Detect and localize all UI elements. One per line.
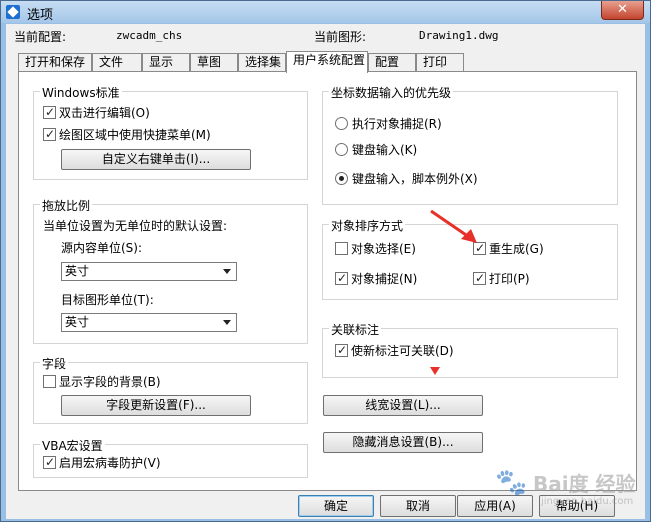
coord-priority-title: 坐标数据输入的优先级 [329,84,454,101]
checkbox-box [43,105,56,119]
current-profile-label: 当前配置: [14,30,67,44]
checkbox-box [335,242,348,255]
checkbox-label: 打印(P) [489,272,530,286]
lineweight-settings-button[interactable]: 线宽设置(L)... [323,395,483,416]
select-value: 英寸 [65,264,90,278]
dialog-client: 当前配置: zwcadm_chs 当前图形: Drawing1.dwg 打开和保… [6,24,645,519]
app-icon [6,5,20,19]
paw-logo-icon: 🐾 [495,468,528,498]
insert-scale-title: 拖放比例 [40,197,93,214]
close-icon: ✕ [617,2,628,17]
vba-group: VBA宏设置 启用宏病毒防护(V) [33,437,308,478]
close-button[interactable]: ✕ [601,1,644,20]
tab-display[interactable]: 显示 [142,53,190,71]
title-bar[interactable]: 选项 ✕ [1,1,650,23]
tab-plot[interactable]: 打印 [416,53,464,71]
assoc-dim-group: 关联标注 使新标注可关联(D) [322,321,618,378]
options-dialog: 选项 ✕ 当前配置: zwcadm_chs 当前图形: Drawing1.dwg… [0,0,651,522]
insert-scale-desc: 当单位设置为无单位时的默认设置: [43,219,228,233]
ok-button[interactable]: 确定 [298,495,374,517]
tab-selection[interactable]: 选择集 [238,53,286,71]
dropdown-arrow-icon [223,269,231,274]
tab-open-save[interactable]: 打开和保存 [18,53,92,71]
tab-user-preferences[interactable]: 用户系统配置 [286,51,368,73]
radio-keyboard-except-scripts[interactable]: 键盘输入，脚本例外(X) [335,172,478,186]
checkbox-label: 重生成(G) [489,242,544,256]
annotation-triangle-icon [430,367,440,375]
annotation-arrow-icon [430,209,477,243]
radio-keyboard-entry[interactable]: 键盘输入(K) [335,143,417,157]
target-units-select[interactable]: 英寸 [61,313,237,332]
source-units-label: 源内容单位(S): [61,241,143,255]
source-units-select[interactable]: 英寸 [61,262,237,281]
sort-object-selection-checkbox[interactable]: 对象选择(E) [335,242,416,256]
radio-circle [335,143,348,156]
radio-label: 键盘输入，脚本例外(X) [352,172,478,186]
fields-title: 字段 [40,355,69,372]
sort-object-snap-checkbox[interactable]: 对象捕捉(N) [335,271,418,286]
insert-scale-group: 拖放比例 当单位设置为无单位时的默认设置: 源内容单位(S): 英寸 目标图形单… [33,197,308,344]
checkbox-label: 对象选择(E) [351,242,416,256]
fields-group: 字段 显示字段的背景(B) 字段更新设置(F)... [33,355,308,424]
select-value: 英寸 [65,315,90,329]
checkbox-label: 显示字段的背景(B) [59,375,161,389]
current-drawing-label: 当前图形: [314,30,367,44]
windows-standard-title: Windows标准 [40,84,122,101]
field-background-checkbox[interactable]: 显示字段的背景(B) [43,375,161,389]
current-drawing-value: Drawing1.dwg [419,29,499,42]
vba-title: VBA宏设置 [40,437,105,454]
shortcut-menu-checkbox[interactable]: 绘图区域中使用快捷菜单(M) [43,127,211,142]
target-units-label: 目标图形单位(T): [61,293,154,307]
field-update-settings-button[interactable]: 字段更新设置(F)... [61,395,251,416]
checkbox-box [473,271,486,285]
associative-dimension-checkbox[interactable]: 使新标注可关联(D) [335,343,454,358]
watermark-subtext: jingyan.baidu.com [541,496,634,507]
dropdown-arrow-icon [223,320,231,325]
radio-label: 键盘输入(K) [352,143,418,157]
checkbox-label: 双击进行编辑(O) [59,106,150,120]
radio-circle [335,117,348,130]
watermark-text: Bai度 经验 [533,472,636,496]
sort-plot-checkbox[interactable]: 打印(P) [473,271,530,286]
dblclick-edit-checkbox[interactable]: 双击进行编辑(O) [43,105,150,120]
windows-standard-group: Windows标准 双击进行编辑(O) 绘图区域中使用快捷菜单(M) 自定义右键… [33,84,308,180]
checkbox-label: 绘图区域中使用快捷菜单(M) [59,128,211,142]
right-click-customize-button[interactable]: 自定义右键单击(I)... [61,149,251,170]
sort-method-title: 对象排序方式 [329,217,406,234]
baidu-watermark: 🐾 Bai度 经验 jingyan.baidu.com [493,464,643,514]
checkbox-label: 使新标注可关联(D) [351,344,454,358]
radio-object-snap[interactable]: 执行对象捕捉(R) [335,117,442,131]
radio-circle [335,172,348,185]
sort-regen-checkbox[interactable]: 重生成(G) [473,241,544,256]
current-profile-value: zwcadm_chs [116,29,183,42]
macro-virus-protection-checkbox[interactable]: 启用宏病毒防护(V) [43,455,161,470]
user-preferences-panel: Windows标准 双击进行编辑(O) 绘图区域中使用快捷菜单(M) 自定义右键… [18,71,637,491]
tab-drafting[interactable]: 草图 [190,53,238,71]
tab-files[interactable]: 文件 [92,53,142,71]
checkbox-box [43,455,56,469]
hidden-message-settings-button[interactable]: 隐藏消息设置(B)... [323,432,483,453]
window-title: 选项 [27,8,54,23]
radio-label: 执行对象捕捉(R) [352,117,442,131]
checkbox-box [335,271,348,285]
checkbox-box [43,375,56,388]
checkbox-label: 对象捕捉(N) [351,272,418,286]
assoc-dim-title: 关联标注 [329,321,382,338]
checkbox-box [335,343,348,357]
checkbox-box [43,127,56,141]
coord-priority-group: 坐标数据输入的优先级 执行对象捕捉(R) 键盘输入(K) 键盘输入，脚本例外(X… [322,84,618,205]
tab-profiles[interactable]: 配置 [368,53,416,71]
checkbox-label: 启用宏病毒防护(V) [59,456,161,470]
cancel-button[interactable]: 取消 [380,495,456,517]
